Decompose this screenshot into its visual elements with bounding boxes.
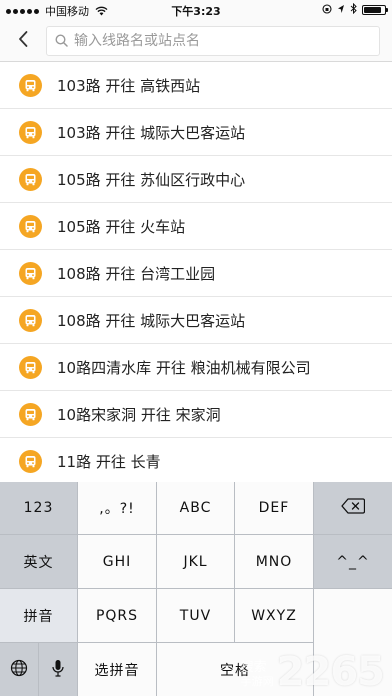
key-123[interactable]: 123 xyxy=(0,482,78,535)
bus-icon xyxy=(19,214,42,238)
route-label: 103路 开往 城际大巴客运站 xyxy=(57,123,246,142)
route-label: 105路 开往 苏仙区行政中心 xyxy=(57,170,246,189)
back-button[interactable] xyxy=(10,28,36,54)
key-mno[interactable]: MNO xyxy=(235,535,314,589)
backspace-key[interactable] xyxy=(314,482,392,535)
bus-icon xyxy=(19,402,42,426)
route-label: 10路四清水库 开往 粮油机械有限公司 xyxy=(57,358,311,377)
emoticon-key[interactable]: ^_^ xyxy=(314,535,392,589)
status-bar: 中国移动 下午3:23 xyxy=(0,0,392,20)
backspace-icon xyxy=(341,498,366,518)
battery-icon xyxy=(362,5,388,15)
search-input[interactable] xyxy=(74,33,374,49)
orientation-lock-icon xyxy=(322,3,332,17)
route-list-item[interactable]: 108路 开往 台湾工业园 xyxy=(0,250,392,297)
route-label: 108路 开往 城际大巴客运站 xyxy=(57,311,246,330)
route-list-item[interactable]: 10路宋家洞 开往 宋家洞 xyxy=(0,391,392,438)
route-list-item[interactable]: 11路 开往 长青 xyxy=(0,438,392,482)
route-list-item[interactable]: 10路四清水库 开往 粮油机械有限公司 xyxy=(0,344,392,391)
space-key[interactable]: 空格 xyxy=(157,643,314,696)
bus-icon xyxy=(19,120,42,144)
route-label: 105路 开往 火车站 xyxy=(57,217,186,236)
chevron-left-icon xyxy=(17,30,29,52)
route-label: 108路 开往 台湾工业园 xyxy=(57,264,216,283)
battery-level xyxy=(364,7,381,13)
route-list: 103路 开往 高铁西站 103路 开往 城际大巴客运站 105路 开往 苏仙区行政… xyxy=(0,62,392,482)
key-wxyz[interactable]: WXYZ xyxy=(235,589,314,643)
route-list-item[interactable]: 105路 开往 火车站 xyxy=(0,203,392,250)
globe-icon xyxy=(10,659,28,681)
key-pqrs[interactable]: PQRS xyxy=(78,589,157,643)
return-key[interactable] xyxy=(314,589,392,696)
bus-icon xyxy=(19,308,42,332)
key-tuv[interactable]: TUV xyxy=(157,589,235,643)
location-icon xyxy=(337,4,345,17)
route-list-item[interactable]: 103路 开往 高铁西站 xyxy=(0,62,392,109)
key-abc[interactable]: ABC xyxy=(157,482,235,535)
search-icon xyxy=(55,32,68,51)
key-pinyin[interactable]: 拼音 xyxy=(0,589,78,643)
status-right xyxy=(322,2,388,17)
bus-icon xyxy=(19,73,42,97)
search-header xyxy=(0,20,392,62)
key-punctuation[interactable]: ,。?! xyxy=(78,482,157,535)
bus-icon xyxy=(19,449,42,473)
microphone-icon xyxy=(52,659,64,681)
keyboard: 123 ,。?! ABC DEF 英文 GHI JKL MNO ^_^ 拼音 P… xyxy=(0,482,392,696)
route-list-item[interactable]: 105路 开往 苏仙区行政中心 xyxy=(0,156,392,203)
route-list-item[interactable]: 103路 开往 城际大巴客运站 xyxy=(0,109,392,156)
emoticon-icon: ^_^ xyxy=(336,553,370,570)
bus-icon xyxy=(19,355,42,379)
bus-icon xyxy=(19,167,42,191)
globe-key[interactable] xyxy=(0,643,39,696)
search-box[interactable] xyxy=(46,26,380,56)
route-label: 10路宋家洞 开往 宋家洞 xyxy=(57,405,221,424)
route-label: 103路 开往 高铁西站 xyxy=(57,76,201,95)
key-jkl[interactable]: JKL xyxy=(157,535,235,589)
microphone-key[interactable] xyxy=(39,643,78,696)
route-list-item[interactable]: 108路 开往 城际大巴客运站 xyxy=(0,297,392,344)
key-def[interactable]: DEF xyxy=(235,482,314,535)
route-label: 11路 开往 长青 xyxy=(57,452,161,471)
key-select-pinyin[interactable]: 选拼音 xyxy=(78,643,157,696)
bus-icon xyxy=(19,261,42,285)
key-english[interactable]: 英文 xyxy=(0,535,78,589)
key-ghi[interactable]: GHI xyxy=(78,535,157,589)
bluetooth-icon xyxy=(350,2,357,17)
